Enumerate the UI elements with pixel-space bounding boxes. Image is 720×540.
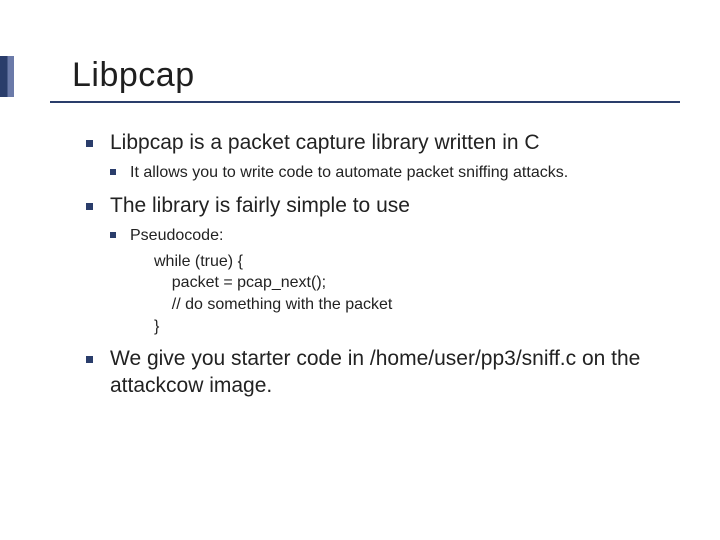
bullet-item: Libpcap is a packet capture library writ… (86, 129, 680, 184)
title-accent-bar (0, 56, 14, 97)
sub-bullet-item: Pseudocode: (110, 225, 680, 247)
bullet-list: Libpcap is a packet capture library writ… (86, 129, 680, 400)
slide-title: Libpcap (50, 56, 680, 103)
slide-body: Libpcap is a packet capture library writ… (86, 129, 680, 400)
bullet-item: The library is fairly simple to use Pseu… (86, 192, 680, 337)
sub-bullet-text: It allows you to write code to automate … (130, 164, 568, 181)
sub-bullet-list: It allows you to write code to automate … (110, 162, 680, 184)
bullet-text: The library is fairly simple to use (110, 194, 410, 217)
slide: Libpcap Libpcap is a packet capture libr… (0, 0, 720, 540)
pseudocode-block: while (true) { packet = pcap_next(); // … (154, 251, 680, 337)
title-block: Libpcap (72, 56, 680, 103)
bullet-item: We give you starter code in /home/user/p… (86, 345, 680, 400)
bullet-text: Libpcap is a packet capture library writ… (110, 131, 540, 154)
bullet-text: We give you starter code in /home/user/p… (110, 347, 640, 397)
sub-bullet-text: Pseudocode: (130, 227, 223, 244)
sub-bullet-item: It allows you to write code to automate … (110, 162, 680, 184)
sub-bullet-list: Pseudocode: (110, 225, 680, 247)
